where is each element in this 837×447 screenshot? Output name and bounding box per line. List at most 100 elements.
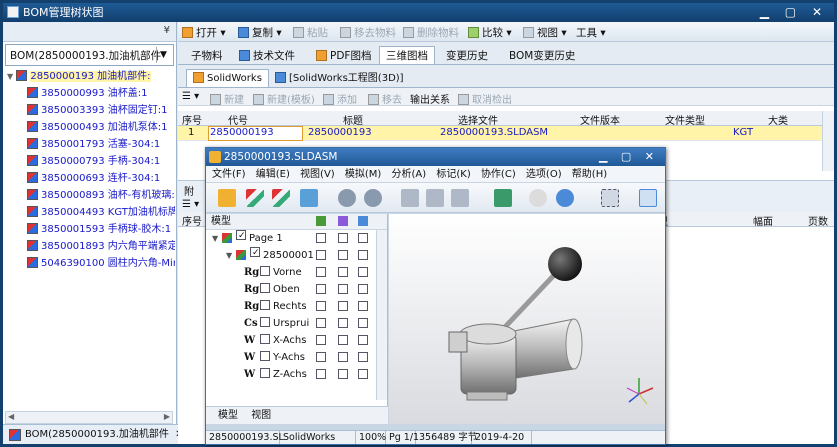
menu-edit[interactable]: 编辑(E) [256,169,290,180]
visibility-checkbox[interactable] [316,335,326,345]
transparency-checkbox[interactable] [338,318,348,328]
transparency-checkbox[interactable] [338,352,348,362]
visibility-checkbox[interactable] [316,267,326,277]
feature-checkbox[interactable]: Rechts [260,298,307,315]
tree-item[interactable]: 3850004493 KGT加油机标牌 [3,204,175,221]
selection-checkbox[interactable] [358,352,368,362]
selection-checkbox[interactable] [358,233,368,243]
rotate-icon[interactable] [556,189,574,207]
menu-view[interactable]: 视图(V) [300,169,335,180]
transparency-checkbox[interactable] [338,284,348,294]
tab-solidworks[interactable]: SolidWorks [186,69,269,87]
tree-item[interactable]: 3850001593 手柄球-胶木:1 [3,221,175,238]
chevron-down-icon[interactable]: ▼ [156,47,170,63]
feature-checkbox[interactable]: Oben [260,281,300,298]
visibility-icon[interactable] [316,216,326,226]
tools-menu-button[interactable]: 工具 ▾ [576,25,606,40]
feature-tree-item[interactable]: ▼ Page 1 [206,230,387,247]
visibility-checkbox[interactable] [316,318,326,328]
expand-icon[interactable]: ▼ [226,247,232,264]
tab-model[interactable]: 模型 [218,410,238,421]
tab-view[interactable]: 视图 [251,410,271,421]
visibility-checkbox[interactable] [316,233,326,243]
menu-markup[interactable]: 标记(K) [436,169,470,180]
tab-tech-file[interactable]: 技术文件 [232,46,302,64]
zoom-icon[interactable] [494,189,512,207]
tree-item[interactable]: 5046390100 圆柱内六角-Min [3,255,175,272]
tree-item[interactable]: 3850000693 连杆-304:1 [3,170,175,187]
delete-material-button[interactable]: 删除物料 [403,25,459,40]
tree-item[interactable]: 3850000493 加油机泵体:1 [3,119,175,136]
3d-viewport[interactable] [389,214,665,424]
feature-tree-item[interactable]: W Z-Achs [206,366,387,383]
list-icon[interactable]: ☰ ▾ [182,91,199,102]
tree-item[interactable]: 3850001893 内六角平端紧定 [3,238,175,255]
selection-checkbox[interactable] [358,318,368,328]
selection-checkbox[interactable] [358,284,368,294]
expand-icon[interactable]: ▼ [212,230,218,247]
transparency-checkbox[interactable] [338,335,348,345]
visibility-checkbox[interactable] [316,369,326,379]
remove-button[interactable]: 移去 [368,91,402,106]
markup-icon[interactable] [246,189,264,207]
tab-child-material[interactable]: 子物料 [184,46,230,64]
feature-tree-item[interactable]: Rg Rechts [206,298,387,315]
tab-change-history[interactable]: 变更历史 [439,46,495,64]
zoom-fit-icon[interactable] [639,189,657,207]
selection-checkbox[interactable] [358,369,368,379]
transparency-checkbox[interactable] [338,301,348,311]
tab-pdf[interactable]: PDF图档 [309,46,378,64]
tab-solidworks-drawing[interactable]: [SolidWorks工程图(3D)] [268,69,411,87]
selection-checkbox[interactable] [358,250,368,260]
transparency-checkbox[interactable] [338,250,348,260]
transparency-checkbox[interactable] [338,233,348,243]
feature-checkbox[interactable]: Vorne [260,264,302,281]
selection-icon[interactable] [358,216,368,226]
tree-icon[interactable] [300,189,318,207]
window-controls[interactable]: ▁ ▢ ✕ [760,3,828,22]
tree-item[interactable]: 3850000893 油杯-有机玻璃:1 [3,187,175,204]
print-preview-icon[interactable] [364,189,382,207]
feature-tree-item[interactable]: ▼ 28500001 [206,247,387,264]
feature-checkbox[interactable]: Page 1 [236,230,283,247]
menu-help[interactable]: 帮助(H) [572,169,607,180]
table-row[interactable]: 1 2850000193 2850000193 2850000193.SLDAS… [178,126,834,141]
scroll-left-icon[interactable]: ◀ [8,412,14,421]
pan-hand-icon[interactable] [529,189,547,207]
pause-icon[interactable] [426,189,444,207]
tab-3d[interactable]: 三维图档 [379,46,435,64]
transparency-checkbox[interactable] [338,369,348,379]
visibility-checkbox[interactable] [316,250,326,260]
solidworks-viewer-window[interactable]: 2850000193.SLDASM ▁ ▢ ✕ 文件(F) 编辑(E) 视图(V… [205,147,666,445]
tree-item[interactable]: 3850003393 油杯固定钉:1 [3,102,175,119]
selection-checkbox[interactable] [358,301,368,311]
selection-checkbox[interactable] [358,267,368,277]
feature-tree-item[interactable]: Rg Oben [206,281,387,298]
feature-checkbox[interactable]: X-Achs [260,332,306,349]
grid-scrollbar[interactable] [822,111,834,171]
visibility-checkbox[interactable] [316,301,326,311]
tree-item[interactable]: 3850001793 活塞-304:1 [3,136,175,153]
new-template-button[interactable]: 新建(模板) [253,91,315,106]
selection-checkbox[interactable] [358,335,368,345]
lower-tab[interactable]: 附 [184,183,194,198]
bom-document-tab[interactable]: BOM(2850000193.加油机部件 ✕ [3,424,203,444]
markup-2-icon[interactable] [272,189,290,207]
visibility-checkbox[interactable] [316,284,326,294]
lower-list-icon[interactable]: ☰ ▾ [182,199,199,210]
feature-checkbox[interactable]: Y-Achs [260,349,305,366]
transparency-checkbox[interactable] [338,267,348,277]
feature-tree-item[interactable]: Cs Ursprui [206,315,387,332]
tree-root[interactable]: ▼ 2850000193 加油机部件: [3,68,175,85]
viewer-title-bar[interactable]: 2850000193.SLDASM ▁ ▢ ✕ [206,148,665,166]
scroll-right-icon[interactable]: ▶ [164,412,170,421]
feature-checkbox[interactable]: Z-Achs [260,366,307,383]
menu-simulate[interactable]: 模拟(M) [345,169,381,180]
copy-button[interactable]: 复制 ▾ [238,25,282,40]
feature-checkbox[interactable]: Ursprui [260,315,309,332]
zoom-window-icon[interactable] [601,189,619,207]
tab-bom-change-history[interactable]: BOM变更历史 [502,46,582,64]
menu-analyze[interactable]: 分析(A) [392,169,427,180]
menu-collaborate[interactable]: 协作(C) [481,169,516,180]
feature-checkbox[interactable]: 28500001 [250,247,314,264]
